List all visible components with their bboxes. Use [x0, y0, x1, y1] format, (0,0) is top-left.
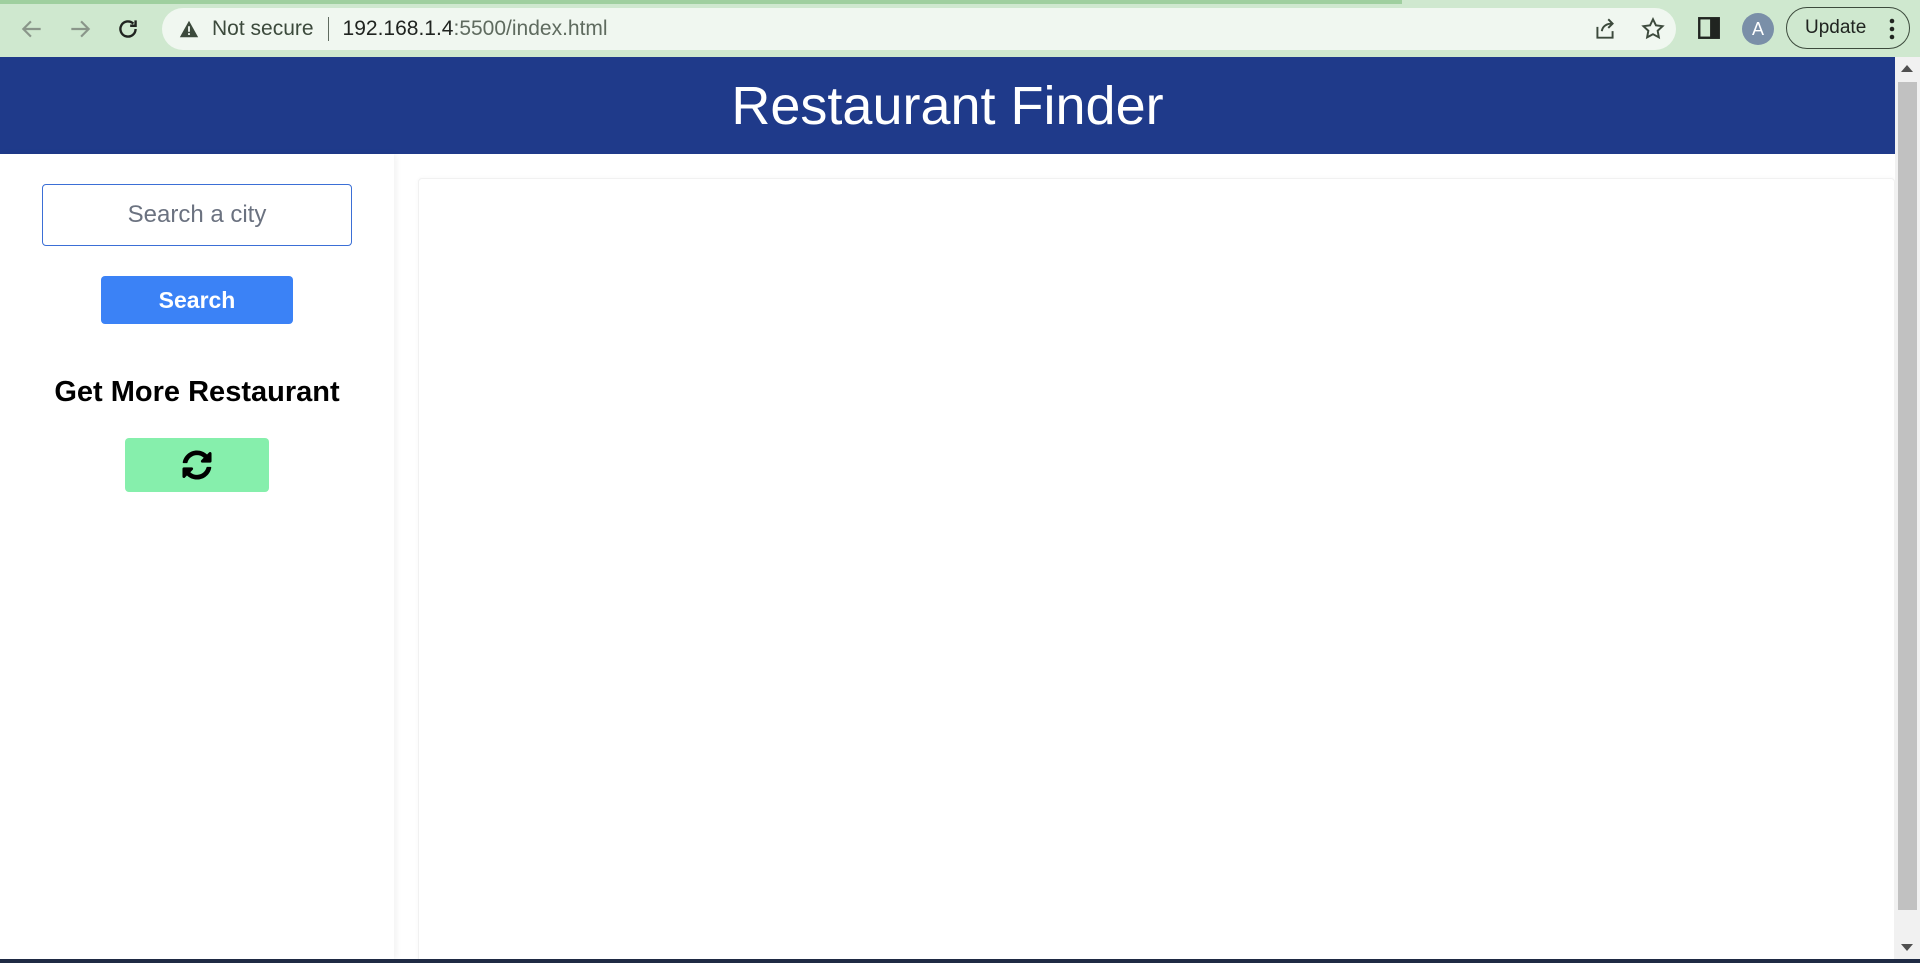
forward-button[interactable] — [60, 9, 100, 49]
update-label: Update — [1805, 17, 1867, 38]
taskbar-edge — [0, 959, 1920, 963]
arrow-right-icon — [71, 20, 91, 38]
warning-triangle-icon — [179, 20, 199, 38]
back-button[interactable] — [12, 9, 52, 49]
arrow-left-icon — [21, 20, 41, 38]
address-bar[interactable]: Not secure 192.168.1.4:5500/index.html — [162, 8, 1676, 50]
scroll-down-arrow-icon[interactable] — [1901, 944, 1913, 951]
reload-icon — [119, 20, 137, 38]
get-more-button[interactable] — [125, 438, 269, 492]
kebab-menu-icon[interactable] — [1889, 18, 1895, 40]
security-status[interactable]: Not secure — [212, 17, 314, 41]
site-header: Restaurant Finder — [0, 57, 1895, 154]
reload-button[interactable] — [108, 9, 148, 49]
url-path: :5500/index.html — [453, 17, 608, 40]
page-title: Restaurant Finder — [731, 75, 1164, 136]
more-restaurants-heading: Get More Restaurant — [54, 376, 340, 408]
side-panel-button[interactable] — [1694, 13, 1724, 43]
sidebar: Search Get More Restaurant — [0, 154, 394, 959]
page-scrollbar[interactable] — [1895, 57, 1920, 959]
browser-toolbar: Not secure 192.168.1.4:5500/index.html A… — [0, 0, 1920, 57]
bookmark-star-icon[interactable] — [1640, 16, 1666, 42]
update-button[interactable]: Update — [1786, 7, 1910, 49]
url-host: 192.168.1.4 — [342, 17, 454, 40]
side-panel-icon — [1698, 17, 1720, 39]
search-button[interactable]: Search — [101, 276, 293, 324]
profile-avatar[interactable]: A — [1742, 13, 1774, 45]
address-divider — [327, 17, 329, 41]
scroll-thumb[interactable] — [1898, 82, 1917, 910]
page-load-progress — [0, 0, 1402, 4]
results-panel — [418, 178, 1895, 963]
share-icon[interactable] — [1592, 16, 1618, 42]
city-search-input[interactable] — [42, 184, 352, 246]
url-text[interactable]: 192.168.1.4:5500/index.html — [343, 17, 608, 41]
scroll-up-arrow-icon[interactable] — [1901, 65, 1913, 72]
refresh-icon — [182, 450, 212, 480]
